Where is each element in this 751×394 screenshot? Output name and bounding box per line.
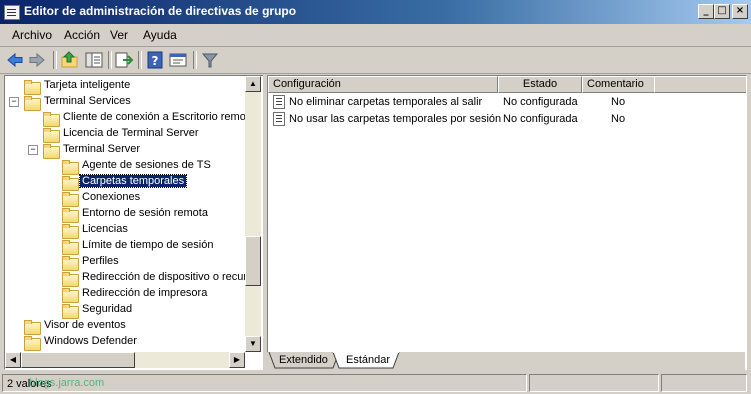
watermark-text: blogs.jarra.com [29,377,105,389]
details-pane: Configuración Estado Comentario No elimi… [267,75,747,370]
tree-pane: Tarjeta inteligente − Terminal Services Cli… [4,75,264,370]
status-bar: 2 valores blogs.jarra.com [0,372,751,394]
column-header-estado[interactable]: Estado [498,76,582,93]
tree-item[interactable]: Entorno de sesión remota [5,206,245,223]
gpo-editor-window: Editor de administración de directivas d… [0,0,751,394]
setting-name: No eliminar carpetas temporales al salir [289,96,483,108]
setting-comment: No [611,96,626,108]
tree-item-label: Seguridad [82,303,133,315]
forward-arrow-icon[interactable] [27,50,47,70]
back-arrow-icon[interactable] [5,50,25,70]
tree-item-label: Licencias [82,223,128,235]
show-hide-tree-icon[interactable] [84,50,104,70]
tree-vertical-scrollbar[interactable]: ▲ ▼ [245,76,261,352]
tree-item-label: Agente de sesiones de TS [82,159,211,171]
tree-item[interactable]: Visor de eventos [5,318,245,335]
maximize-button[interactable]: □ [714,4,730,19]
status-panel-2 [529,374,659,392]
tree-item-label: Carpetas temporales [78,174,188,188]
window-title: Editor de administración de directivas d… [24,4,297,18]
tree-item[interactable]: Perfiles [5,254,245,271]
tree-item[interactable]: Redirección de impresora [5,286,245,303]
tree-item[interactable]: − Terminal Services [5,94,245,111]
title-bar[interactable]: Editor de administración de directivas d… [0,0,751,24]
setting-state: No configurada [503,113,578,125]
tree-item-label: Límite de tiempo de sesión [82,239,214,251]
filter-icon[interactable] [200,50,220,70]
tab-extendido[interactable]: Extendido [279,352,328,368]
tree-item[interactable]: Licencias [5,222,245,239]
tree-item-label: Licencia de Terminal Server [63,127,199,139]
toolbar-separator [138,51,142,69]
status-panel-main: 2 valores blogs.jarra.com [2,374,527,392]
tree-item[interactable]: Windows Defender [5,334,245,351]
toolbar: ? [0,47,751,74]
collapse-toggle-icon[interactable]: − [9,97,19,107]
menu-bar: Archivo Acción Ver Ayuda [0,24,751,47]
properties-icon[interactable] [168,50,188,70]
tree-item-label: Conexiones [82,191,141,203]
toolbar-separator [108,51,112,69]
tree-item-label: Terminal Services [44,95,131,107]
menu-accion[interactable]: Acción [64,28,100,42]
scroll-thumb[interactable] [245,236,261,286]
tree-item-label: Redirección de dispositivo o recursos [82,271,245,283]
menu-archivo[interactable]: Archivo [12,28,52,42]
collapse-toggle-icon[interactable]: − [28,145,38,155]
column-header-comentario[interactable]: Comentario [582,76,656,93]
setting-state: No configurada [503,96,578,108]
setting-comment: No [611,113,626,125]
tree-item[interactable]: Tarjeta inteligente [5,78,245,95]
export-list-icon[interactable] [114,50,134,70]
tree-item-label: Visor de eventos [44,319,126,331]
up-folder-icon[interactable] [60,50,80,70]
tree-item[interactable]: Límite de tiempo de sesión [5,238,245,255]
toolbar-separator [53,51,57,69]
tab-estandar[interactable]: Estándar [346,352,390,368]
folder-icon [24,336,41,351]
tree-item[interactable]: Carpetas temporales [5,174,245,191]
svg-text:?: ? [152,54,159,68]
scroll-left-button[interactable]: ◀ [5,352,21,368]
scroll-up-button[interactable]: ▲ [245,76,261,92]
help-icon[interactable]: ? [145,50,165,70]
tree-item[interactable]: Licencia de Terminal Server [5,126,245,143]
list-row[interactable]: No eliminar carpetas temporales al salir… [268,94,746,111]
pane-splitter[interactable] [263,75,266,370]
tree-item[interactable]: Conexiones [5,190,245,207]
tree-item[interactable]: Seguridad [5,302,245,319]
list-header: Configuración Estado Comentario [268,76,746,93]
tree-item-label: Perfiles [82,255,119,267]
column-header-configuracion[interactable]: Configuración [268,76,498,93]
tree-horizontal-scrollbar[interactable]: ◀ ▶ [5,352,245,368]
policy-tree: Tarjeta inteligente − Terminal Services Cli… [5,76,245,352]
tree-item-label: Redirección de impresora [82,287,208,299]
view-tabs: Extendido Estándar [267,352,745,370]
setting-name: No usar las carpetas temporales por sesi… [289,113,502,125]
menu-ayuda[interactable]: Ayuda [143,28,177,42]
column-header-empty [654,76,746,93]
policy-setting-icon [273,112,285,126]
status-panel-3 [661,374,747,392]
tree-item-label: Tarjeta inteligente [44,79,131,91]
close-button[interactable]: × [732,4,748,19]
menu-ver[interactable]: Ver [110,28,128,42]
tree-item[interactable]: Redirección de dispositivo o recursos [5,270,245,287]
minimize-button[interactable]: _ [698,4,714,19]
tree-item[interactable]: Cliente de conexión a Escritorio remoto [5,110,245,127]
tree-item-label: Terminal Server [63,143,141,155]
scroll-thumb[interactable] [21,352,135,368]
tree-item-label: Windows Defender [44,335,137,347]
policy-setting-icon [273,95,285,109]
scroll-down-button[interactable]: ▼ [245,336,261,352]
tree-item-label: Entorno de sesión remota [82,207,208,219]
app-icon[interactable] [4,5,20,20]
list-row[interactable]: No usar las carpetas temporales por sesi… [268,111,746,128]
tree-item-label: Cliente de conexión a Escritorio remoto [63,111,245,123]
tree-item[interactable]: − Terminal Server [5,142,245,159]
toolbar-separator [193,51,197,69]
scroll-right-button[interactable]: ▶ [229,352,245,368]
tree-item[interactable]: Agente de sesiones de TS [5,158,245,175]
